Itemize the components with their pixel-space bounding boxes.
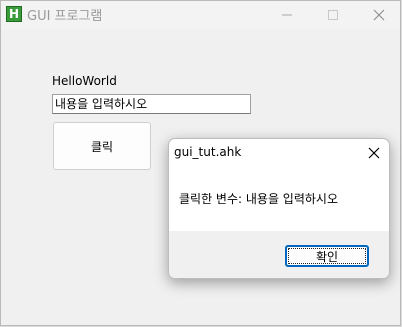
hello-label: HelloWorld — [52, 74, 117, 88]
autohotkey-icon: H — [6, 6, 22, 22]
title-bar[interactable]: H GUI 프로그램 — [1, 1, 400, 29]
dialog-close-button[interactable] — [361, 141, 387, 165]
minimize-icon — [282, 14, 292, 16]
close-icon — [373, 9, 385, 21]
window-title: GUI 프로그램 — [27, 9, 103, 24]
text-input-field[interactable]: 내용을 입력하시오 — [52, 94, 251, 114]
close-button[interactable] — [356, 1, 402, 29]
message-box-dialog: gui_tut.ahk 클릭한 변수: 내용을 입력하시오 확인 — [168, 138, 390, 279]
maximize-button[interactable] — [310, 1, 356, 29]
dialog-message: 클릭한 변수: 내용을 입력하시오 — [179, 192, 339, 206]
dialog-title: gui_tut.ahk — [174, 145, 242, 159]
ok-button[interactable]: 확인 — [285, 245, 369, 267]
close-icon — [368, 147, 380, 159]
click-button[interactable]: 클릭 — [53, 122, 151, 170]
maximize-icon — [328, 10, 338, 20]
minimize-button[interactable] — [264, 1, 310, 29]
dialog-footer: 확인 — [169, 231, 389, 278]
